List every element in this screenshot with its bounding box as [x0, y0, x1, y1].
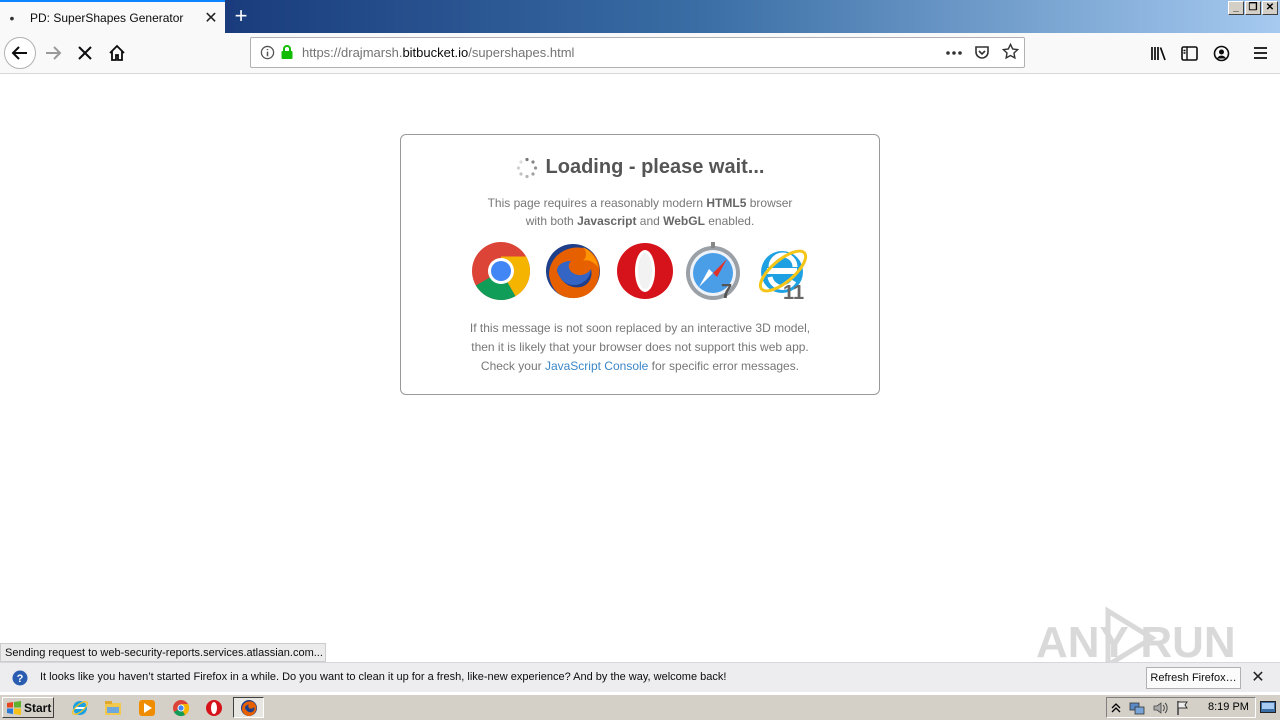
url-path: /supershapes.html	[468, 45, 575, 60]
ie-version: 11	[783, 282, 804, 301]
network-icon[interactable]	[1129, 700, 1145, 716]
notification-close-icon[interactable]: ✕	[1248, 669, 1268, 687]
req-text-3: with both	[525, 214, 578, 228]
opera-taskbar-icon[interactable]	[205, 699, 223, 717]
explorer-taskbar-icon[interactable]	[104, 699, 122, 717]
req-html5: HTML5	[706, 196, 747, 210]
lock-icon[interactable]	[280, 44, 294, 60]
watermark-text: ANY RUN	[1036, 618, 1236, 667]
support-note: If this message is not soon replaced by …	[401, 319, 879, 376]
chrome-icon	[472, 242, 530, 300]
title-bar: • PD: SuperShapes Generator ✕ + _ ❐ ✕	[0, 0, 1280, 33]
notification-bar: ? It looks like you haven’t started Fire…	[0, 662, 1280, 692]
action-center-flag-icon[interactable]	[1175, 700, 1191, 716]
refresh-firefox-button[interactable]: Refresh Firefox…	[1146, 667, 1241, 689]
media-player-taskbar-icon[interactable]	[138, 699, 156, 717]
back-button[interactable]	[4, 37, 36, 69]
notification-text: It looks like you haven’t started Firefo…	[40, 671, 727, 683]
forward-arrow-icon	[46, 46, 62, 60]
tab-close-icon[interactable]: ✕	[197, 8, 225, 28]
firefox-icon	[546, 244, 600, 299]
nav-bar: https://drajmarsh.bitbucket.io/supershap…	[0, 33, 1280, 74]
stop-button[interactable]	[70, 38, 100, 68]
url-domain: bitbucket.io	[402, 45, 469, 60]
system-tray: 8:19 PM	[1106, 697, 1256, 718]
req-javascript: Javascript	[577, 214, 637, 228]
home-icon	[109, 44, 125, 61]
opera-icon	[617, 243, 673, 299]
javascript-console-link[interactable]: JavaScript Console	[545, 359, 648, 373]
home-button[interactable]	[102, 38, 132, 68]
spinner-icon	[516, 157, 537, 178]
tab-title: PD: SuperShapes Generator	[30, 10, 184, 25]
ie-icon: 11	[758, 249, 808, 301]
tray-expand-icon[interactable]	[1111, 701, 1121, 715]
menu-hamburger-icon[interactable]	[1253, 46, 1268, 60]
browser-logos: 7 11	[471, 241, 813, 303]
firefox-taskbar-icon	[241, 700, 257, 716]
req-webgl: WebGL	[663, 214, 705, 228]
forward-button[interactable]	[38, 38, 68, 68]
bookmark-star-icon[interactable]	[1002, 43, 1019, 60]
chrome-taskbar-icon[interactable]	[172, 699, 190, 717]
windows-logo-icon	[7, 700, 21, 715]
screen: • PD: SuperShapes Generator ✕ + _ ❐ ✕ ht…	[0, 0, 1280, 720]
sidebar-icon[interactable]	[1181, 46, 1198, 61]
note-line-2: then it is likely that your browser does…	[471, 340, 809, 354]
new-tab-button[interactable]: +	[229, 3, 253, 29]
firefox-taskbar-button[interactable]	[233, 697, 264, 718]
safari-version: 7	[721, 281, 732, 301]
page-actions-icon[interactable]	[945, 47, 963, 59]
note-line-3b: for specific error messages.	[648, 359, 800, 373]
url-bar[interactable]: https://drajmarsh.bitbucket.io/supershap…	[250, 37, 1025, 68]
url-text[interactable]: https://drajmarsh.bitbucket.io/supershap…	[302, 45, 574, 60]
show-desktop-icon[interactable]	[1260, 701, 1276, 714]
pocket-icon[interactable]	[974, 44, 990, 60]
library-icon[interactable]	[1150, 46, 1167, 61]
stop-x-icon	[78, 46, 92, 60]
clock: 8:19 PM	[1208, 701, 1249, 713]
loading-panel: Loading - please wait... This page requi…	[400, 134, 880, 395]
svg-text:?: ?	[17, 673, 24, 685]
req-text-2: browser	[746, 196, 793, 210]
volume-icon[interactable]	[1152, 700, 1168, 716]
taskbar: Start 8:19 PM	[0, 694, 1280, 720]
safari-icon: 7	[686, 242, 740, 301]
tab-supershapes[interactable]: • PD: SuperShapes Generator ✕	[0, 0, 225, 33]
url-prefix: https://drajmarsh.	[302, 45, 403, 60]
minimize-button[interactable]: _	[1228, 1, 1244, 15]
back-arrow-icon	[11, 46, 27, 60]
req-text-4: and	[636, 214, 664, 228]
start-button[interactable]: Start	[2, 697, 54, 718]
help-icon: ?	[12, 670, 28, 686]
req-text-1: This page requires a reasonably modern	[487, 196, 707, 210]
note-line-3a: Check your	[480, 359, 545, 373]
info-icon[interactable]	[260, 45, 275, 60]
start-label: Start	[24, 700, 52, 715]
close-window-button[interactable]: ✕	[1262, 1, 1278, 15]
status-line: Sending request to web-security-reports.…	[0, 643, 326, 662]
req-text-5: enabled.	[704, 214, 755, 228]
loading-heading: Loading - please wait...	[401, 156, 879, 179]
account-icon[interactable]	[1213, 45, 1230, 62]
ie-taskbar-icon[interactable]	[71, 699, 89, 717]
restore-button[interactable]: ❐	[1245, 1, 1261, 15]
tab-loading-dot: •	[9, 9, 15, 26]
note-line-1: If this message is not soon replaced by …	[469, 321, 811, 335]
requirements-text: This page requires a reasonably modern H…	[401, 194, 879, 230]
loading-title: Loading - please wait...	[545, 156, 765, 178]
